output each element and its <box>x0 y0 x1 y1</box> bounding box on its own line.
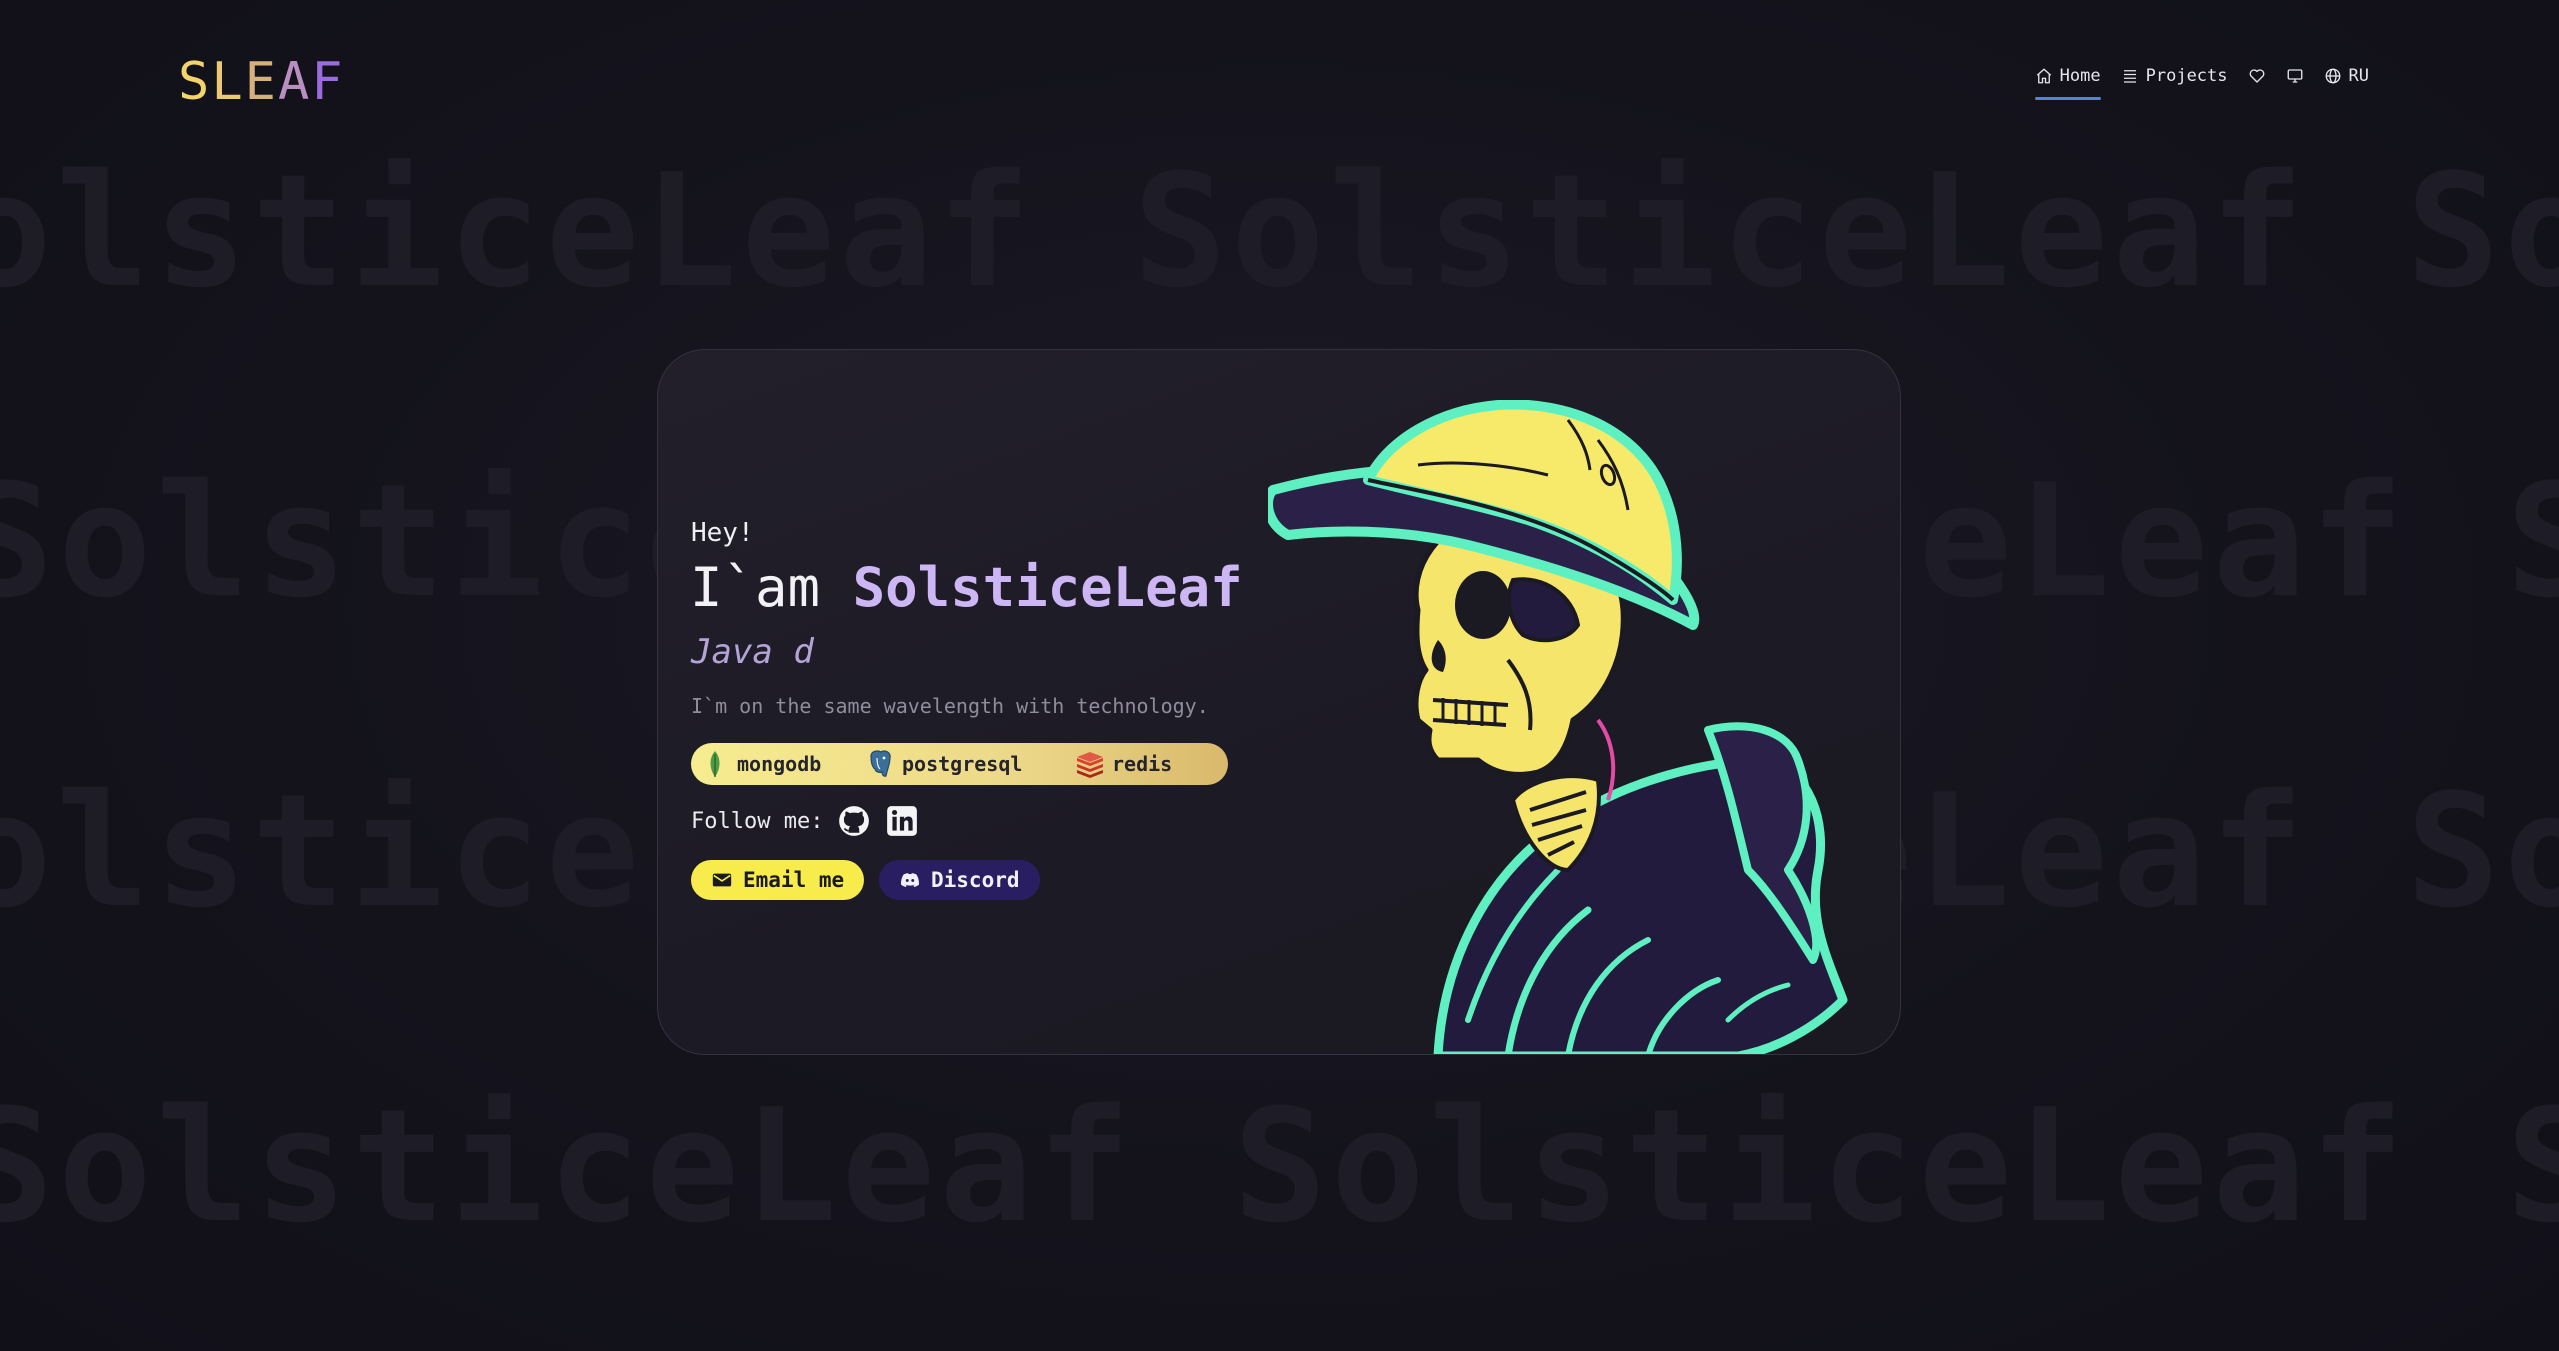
nav-language[interactable]: RU <box>2324 66 2369 100</box>
nav-projects[interactable]: Projects <box>2121 66 2228 100</box>
nav-home[interactable]: Home <box>2034 66 2101 100</box>
tech-label: postgresql <box>902 752 1023 776</box>
discord-icon <box>900 873 920 887</box>
github-icon[interactable] <box>837 804 871 838</box>
linkedin-icon[interactable] <box>885 804 919 838</box>
email-button-label: Email me <box>743 868 845 892</box>
intro-heading: I`am SolsticeLeaf <box>690 556 1243 619</box>
discord-button[interactable]: Discord <box>879 860 1040 900</box>
logo-letter: A <box>277 52 312 112</box>
tech-mongodb: mongodb <box>699 748 864 780</box>
follow-row: Follow me: <box>691 804 919 838</box>
discord-button-label: Discord <box>931 868 1020 892</box>
follow-label: Follow me: <box>691 808 824 834</box>
globe-icon <box>2325 68 2340 84</box>
monitor-icon <box>2287 69 2302 83</box>
nav-language-label: RU <box>2348 66 2369 86</box>
logo-letter: L <box>211 52 245 112</box>
main-nav: Home Projects RU <box>2034 66 2369 100</box>
logo-letter: F <box>311 52 345 112</box>
tagline: I`m on the same wavelength with technolo… <box>691 694 1209 718</box>
role-typewriter: Java d <box>691 632 814 672</box>
site-logo[interactable]: SLEAF <box>178 52 345 112</box>
tech-redis: redis <box>1074 748 1172 780</box>
envelope-icon <box>712 873 732 887</box>
logo-letter: E <box>244 52 278 112</box>
mongodb-leaf-icon <box>710 751 720 777</box>
skeleton-illustration <box>1268 400 1848 1054</box>
nav-projects-label: Projects <box>2145 66 2228 86</box>
email-button[interactable]: Email me <box>691 860 865 900</box>
intro-prefix: I`am <box>690 556 853 619</box>
hero-card: Hey! I`am SolsticeLeaf Java d I`m on the… <box>657 349 1901 1055</box>
nav-setup[interactable] <box>2286 67 2304 99</box>
redis-stack-icon <box>1077 752 1103 778</box>
list-icon <box>2123 70 2136 83</box>
background-watermark: SolsticeLeaf SolsticeLeaf SolsticeLeaf S… <box>0 1075 2559 1257</box>
tech-label: mongodb <box>737 752 822 776</box>
postgresql-elephant-icon <box>870 750 891 777</box>
home-icon <box>2036 68 2051 84</box>
background-watermark: SolsticeLeaf SolsticeLeaf SolsticeLeaf S… <box>0 140 2559 322</box>
nav-home-label: Home <box>2059 66 2101 86</box>
page: SolsticeLeaf SolsticeLeaf SolsticeLeaf S… <box>0 0 2559 1351</box>
nav-favorites[interactable] <box>2248 67 2266 99</box>
author-name: SolsticeLeaf <box>852 556 1243 619</box>
heart-icon <box>2249 69 2264 83</box>
tech-stack-bar: mongodb postgresql redis <box>691 743 1228 785</box>
tech-postgresql: postgresql <box>864 748 1074 780</box>
logo-letter: S <box>178 52 212 112</box>
greeting: Hey! <box>691 518 754 548</box>
tech-label: redis <box>1112 752 1173 776</box>
